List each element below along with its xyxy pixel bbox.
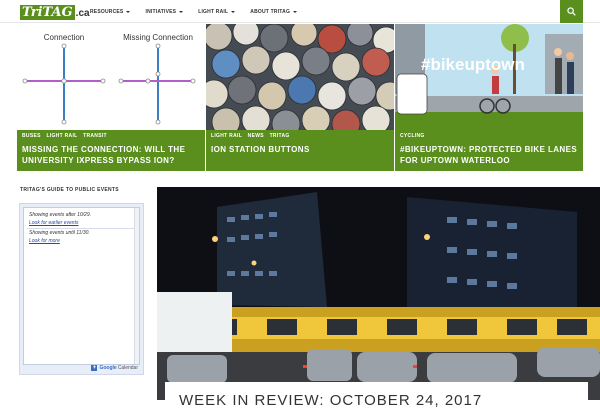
featured-title[interactable]: MISSING THE CONNECTION: WILL THE UNIVERS… [22, 144, 200, 166]
calendar-agenda: Showing events after 10/29. Look for ear… [23, 207, 140, 365]
google-calendar-badge[interactable]: + Google Calendar [91, 365, 138, 371]
nav-label: RESOURCES [90, 8, 124, 15]
category-link[interactable]: CYCLING [400, 133, 425, 139]
category-list: LIGHT RAIL NEWS TRITAG [211, 133, 389, 141]
logo-tld: .ca [75, 8, 90, 19]
earlier-events-link[interactable]: Look for earlier events [29, 220, 78, 226]
calendar-scrollbar[interactable] [134, 208, 139, 364]
featured-post-1[interactable]: Connection Missing Connection BUSES LIGH… [17, 24, 205, 171]
featured-post-3[interactable]: #bikeuptown CYCLING #BIKEUPTOWN: PROTECT… [395, 24, 583, 171]
search-icon [567, 7, 576, 16]
featured-caption: BUSES LIGHT RAIL TRANSIT MISSING THE CON… [17, 130, 205, 171]
category-link[interactable]: LIGHT RAIL [46, 133, 77, 139]
plus-icon: + [91, 365, 98, 371]
logo-mark: TriTAG [20, 5, 75, 20]
caret-down-icon [126, 10, 131, 13]
caret-down-icon [231, 10, 236, 13]
category-link[interactable]: NEWS [248, 133, 264, 139]
search-button[interactable] [560, 0, 583, 23]
main-post-image[interactable] [157, 187, 600, 400]
featured-caption: CYCLING #BIKEUPTOWN: PROTECTED BIKE LANE… [395, 130, 583, 171]
nav-item-initiatives[interactable]: INITIATIVES [145, 8, 184, 15]
nav-item-resources[interactable]: RESOURCES [90, 8, 131, 15]
main-post-title[interactable]: WEEK IN REVIEW: OCTOBER 24, 2017 [179, 392, 482, 409]
top-bar: TriTAG .ca RESOURCES INITIATIVES LIGHT R… [0, 0, 600, 23]
featured-title[interactable]: ION STATION BUTTONS [211, 144, 389, 155]
nav-item-about-tritag[interactable]: ABOUT TRITAG [250, 8, 298, 15]
hashtag-label: #bikeuptown [421, 55, 525, 74]
google-wordmark: Google [99, 365, 117, 371]
caret-down-icon [179, 10, 184, 13]
connection-diagram-image: Connection Missing Connection [17, 24, 205, 130]
google-calendar-widget: Showing events after 10/29. Look for ear… [19, 203, 144, 375]
category-list: BUSES LIGHT RAIL TRANSIT [22, 133, 200, 141]
divider [27, 228, 136, 229]
main-post-title-box: WEEK IN REVIEW: OCTOBER 24, 2017 [165, 382, 588, 412]
nav-label: ABOUT TRITAG [250, 8, 291, 15]
category-link[interactable]: TRANSIT [83, 133, 107, 139]
diagram-label-connection: Connection [44, 33, 84, 42]
sidebar-widget-title: TRITAG'S GUIDE TO PUBLIC EVENTS [20, 187, 119, 193]
calendar-wordmark: Calendar [117, 365, 138, 371]
site-logo[interactable]: TriTAG .ca [20, 2, 90, 20]
nav-label: INITIATIVES [145, 8, 177, 15]
nav-label: LIGHT RAIL [198, 8, 229, 15]
featured-post-2[interactable]: LIGHT RAIL NEWS TRITAG ION STATION BUTTO… [206, 24, 394, 171]
more-events-link[interactable]: Look for more [29, 238, 60, 244]
caret-down-icon [293, 10, 298, 13]
bikeuptown-illustration: #bikeuptown [395, 24, 583, 130]
nav-item-light-rail[interactable]: LIGHT RAIL [198, 8, 236, 15]
diagram-label-missing-connection: Missing Connection [123, 33, 193, 42]
calendar-range-start: Showing events after 10/29. [29, 212, 91, 218]
buttons-photo [206, 24, 394, 130]
category-list: CYCLING [400, 133, 578, 141]
category-link[interactable]: LIGHT RAIL [211, 133, 242, 139]
category-link[interactable]: TRITAG [270, 133, 290, 139]
category-link[interactable]: BUSES [22, 133, 41, 139]
featured-caption: LIGHT RAIL NEWS TRITAG ION STATION BUTTO… [206, 130, 394, 171]
main-nav: RESOURCES INITIATIVES LIGHT RAIL ABOUT T… [90, 0, 312, 23]
featured-title[interactable]: #BIKEUPTOWN: PROTECTED BIKE LANES FOR UP… [400, 144, 578, 166]
calendar-range-end: Showing events until 11/30. [29, 230, 90, 236]
